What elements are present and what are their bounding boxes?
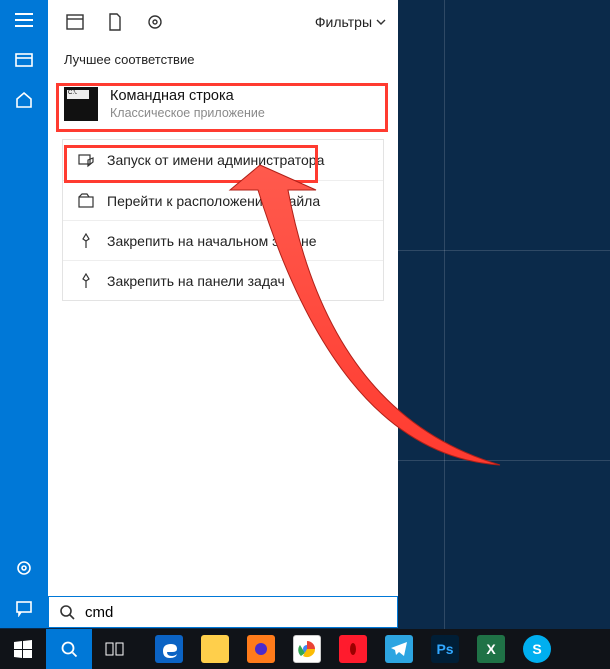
taskbar-app-skype[interactable]: S bbox=[514, 629, 560, 669]
photoshop-icon: Ps bbox=[431, 635, 459, 663]
result-title: Командная строка bbox=[110, 88, 265, 105]
edge-icon bbox=[155, 635, 183, 663]
scope-documents-button[interactable] bbox=[96, 5, 134, 39]
taskbar-app-excel[interactable]: X bbox=[468, 629, 514, 669]
context-label: Закрепить на панели задач bbox=[107, 273, 285, 289]
filters-label: Фильтры bbox=[315, 14, 372, 30]
rail-home-button[interactable] bbox=[0, 80, 48, 120]
start-button[interactable] bbox=[0, 629, 46, 669]
recent-icon bbox=[15, 51, 33, 69]
cortana-rail bbox=[0, 0, 48, 628]
context-label: Перейти к расположению файла bbox=[107, 193, 320, 209]
skype-icon: S bbox=[523, 635, 551, 663]
taskbar: Ps X S bbox=[0, 629, 610, 669]
taskbar-app-chrome[interactable] bbox=[284, 629, 330, 669]
pin-taskbar-icon bbox=[77, 273, 95, 289]
context-open-location[interactable]: Перейти к расположению файла bbox=[63, 180, 383, 220]
search-icon bbox=[59, 604, 75, 620]
taskbar-search-button[interactable] bbox=[46, 629, 92, 669]
filters-dropdown[interactable]: Фильтры bbox=[313, 10, 388, 34]
gear-icon bbox=[15, 559, 33, 577]
context-pin-taskbar[interactable]: Закрепить на панели задач bbox=[63, 260, 383, 300]
search-panel: Фильтры Лучшее соответствие C:\. Командн… bbox=[48, 0, 398, 628]
desktop-divider bbox=[444, 0, 445, 669]
rail-recent-button[interactable] bbox=[0, 40, 48, 80]
rail-settings-button[interactable] bbox=[0, 548, 48, 588]
firefox-icon bbox=[247, 635, 275, 663]
context-label: Запуск от имени администратора bbox=[107, 152, 324, 168]
scope-apps-button[interactable] bbox=[56, 5, 94, 39]
taskbar-app-opera[interactable] bbox=[330, 629, 376, 669]
context-run-as-admin[interactable]: Запуск от имени администратора bbox=[63, 140, 383, 180]
search-result-cmd[interactable]: C:\. Командная строка Классическое прило… bbox=[48, 77, 398, 131]
pin-start-icon bbox=[77, 233, 95, 249]
rail-feedback-button[interactable] bbox=[0, 588, 48, 628]
excel-icon: X bbox=[477, 635, 505, 663]
context-menu: Запуск от имени администратора Перейти к… bbox=[62, 139, 384, 301]
cmd-thumbnail-text: C:\. bbox=[68, 90, 77, 96]
feedback-icon bbox=[15, 599, 33, 617]
taskbar-app-edge[interactable] bbox=[146, 629, 192, 669]
best-match-label: Лучшее соответствие bbox=[48, 44, 398, 77]
apps-icon bbox=[66, 14, 84, 30]
taskbar-app-explorer[interactable] bbox=[192, 629, 238, 669]
windows-logo-icon bbox=[14, 640, 32, 658]
hamburger-icon bbox=[15, 13, 33, 27]
context-pin-start[interactable]: Закрепить на начальном экране bbox=[63, 220, 383, 260]
taskview-icon bbox=[105, 641, 125, 657]
shield-admin-icon bbox=[77, 152, 95, 168]
panel-top-bar: Фильтры bbox=[48, 0, 398, 44]
search-icon bbox=[60, 640, 78, 658]
gear-icon bbox=[146, 13, 164, 31]
opera-icon bbox=[339, 635, 367, 663]
search-query-text: cmd bbox=[85, 604, 113, 621]
open-location-icon bbox=[77, 193, 95, 209]
result-subtitle: Классическое приложение bbox=[110, 106, 265, 120]
chevron-down-icon bbox=[376, 19, 386, 25]
context-label: Закрепить на начальном экране bbox=[107, 233, 317, 249]
taskbar-app-telegram[interactable] bbox=[376, 629, 422, 669]
chrome-icon bbox=[293, 635, 321, 663]
cmd-thumbnail-icon: C:\. bbox=[64, 87, 98, 121]
rail-menu-button[interactable] bbox=[0, 0, 48, 40]
telegram-icon bbox=[385, 635, 413, 663]
taskbar-app-photoshop[interactable]: Ps bbox=[422, 629, 468, 669]
scope-settings-button[interactable] bbox=[136, 5, 174, 39]
result-text: Командная строка Классическое приложение bbox=[110, 88, 265, 119]
search-input-bar[interactable]: cmd bbox=[48, 596, 398, 628]
taskview-button[interactable] bbox=[92, 629, 138, 669]
home-icon bbox=[15, 91, 33, 109]
taskbar-app-firefox[interactable] bbox=[238, 629, 284, 669]
document-icon bbox=[108, 13, 122, 31]
folder-icon bbox=[201, 635, 229, 663]
